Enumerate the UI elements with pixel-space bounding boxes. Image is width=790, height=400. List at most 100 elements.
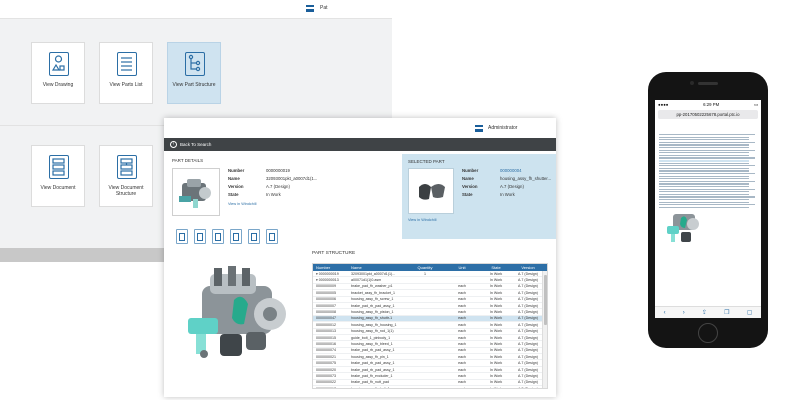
table-cell-name: housing_assy_fh_housing_1 [351, 322, 397, 327]
toolbar-button-parts[interactable] [176, 229, 188, 244]
part-number-key: Number [228, 168, 245, 173]
column-header[interactable]: Name [351, 265, 405, 270]
table-cell-number: 0000000009 [316, 284, 336, 289]
table-cell-name: brake_pad_rb_pad_assy_1 [351, 367, 395, 372]
table-cell-state: In Work [489, 341, 503, 346]
part-structure-icon [185, 52, 205, 76]
tile-view-drawing[interactable]: View Drawing [31, 42, 85, 104]
toolbar-button-list[interactable] [230, 229, 242, 244]
structure-icon [215, 232, 221, 241]
table-cell-version: A.7 (Design) [518, 386, 538, 389]
table-cell-name: brake_pad_fh_nutt_pad [351, 380, 389, 385]
table-cell-name: brake_pad_rb_pad_assy_1 [351, 303, 395, 308]
mini-3d-model[interactable] [663, 204, 705, 250]
table-cell-unit: each [458, 297, 466, 302]
selected-number-value: 000000004 [500, 168, 522, 173]
forward-icon[interactable]: › [683, 310, 685, 316]
user-label[interactable]: Pat [320, 5, 328, 11]
toolbar-button-tree[interactable] [266, 229, 278, 244]
part-view-details-link[interactable]: View in Windchill [228, 202, 256, 206]
table-cell-version: A.7 (Design) [518, 322, 538, 327]
tile-view-part-structure[interactable]: View Part Structure [167, 42, 221, 104]
mini-page-content [659, 126, 757, 214]
home-button[interactable] [698, 323, 718, 343]
mini-table-line [659, 173, 755, 175]
table-cell-name: a00071d1(1)0.asm [351, 278, 382, 283]
table-cell-number: 0000000017 [316, 386, 336, 389]
table-cell-name: housing_assy_fh_bolt_1 [351, 386, 390, 389]
tile-label: View Parts List [109, 82, 143, 88]
table-cell-name: brake_pad_rb_pad_assy_1 [351, 361, 395, 366]
table-cell-number: 0000000075 [316, 361, 336, 366]
table-cell-version: A.7 (Design) [518, 354, 538, 359]
mini-table-line [659, 136, 749, 138]
front-window: Administrator ‹ Back To Search PART DETA… [164, 118, 556, 397]
tile-view-document-structure[interactable]: View Document Structure [99, 145, 153, 207]
table-cell-name: brake_pad_fh_excluder_1 [351, 373, 393, 378]
table-cell-version: A.7 (Design) [518, 361, 538, 366]
table-cell-name: brake_pad_rb_pad_assy_1 [351, 348, 395, 353]
table-row[interactable]: 0000000017 housing_assy_fh_bolt_1 each In W… [313, 386, 547, 389]
user-label[interactable]: Administrator [488, 125, 517, 131]
3d-model-viewer[interactable] [174, 256, 300, 376]
part-details-title: PART DETAILS [172, 158, 204, 163]
table-cell-version: A.7 (Design) [518, 380, 538, 385]
table-cell-number: 0000000015 [316, 335, 336, 340]
camera-icon [690, 81, 694, 85]
mini-table-line [659, 162, 749, 164]
table-cell-state: In Work [489, 361, 503, 366]
table-cell-name: housing_assy_fh_rod_1(1) [351, 329, 394, 334]
toolbar-button-drawing[interactable] [194, 229, 206, 244]
scrollbar-thumb[interactable] [544, 275, 547, 325]
tile-label: View Drawing [42, 82, 74, 88]
mini-table-line [659, 193, 749, 195]
mini-table-line [659, 170, 749, 172]
tile-view-document[interactable]: View Document [31, 145, 85, 207]
column-header[interactable]: Quantity [405, 265, 445, 270]
url-bar[interactable]: pp-20170502225678.portal.ptc.io [658, 110, 758, 119]
toolbar-button-document[interactable] [248, 229, 260, 244]
mini-table-line [659, 152, 749, 154]
table-cell-name: housing_assy_fh_pin_1 [351, 354, 389, 359]
table-cell-state: In Work [489, 373, 503, 378]
signal-icon: ●●●● [658, 102, 669, 107]
part-version-key: Version [228, 184, 244, 189]
back-to-search-button[interactable]: ‹ Back To Search [170, 141, 211, 148]
selected-part-thumbnail [408, 168, 454, 214]
table-cell-state: In Work [489, 380, 503, 385]
table-cell-state: In Work [489, 297, 503, 302]
document-icon [251, 232, 257, 241]
table-cell-unit: each [458, 348, 466, 353]
part-state-key: State [228, 192, 239, 197]
status-time: 6:29 PM [703, 102, 720, 107]
browser-toolbar: ‹ › ⇪ ❐ ▢ [655, 306, 761, 318]
table-cell-name: guide_bolt_1_pinbody_1 [351, 335, 391, 340]
table-scrollbar[interactable] [542, 271, 547, 388]
hamburger-menu-icon[interactable] [306, 5, 314, 12]
table-cell-unit: each [458, 290, 466, 295]
bookmarks-icon[interactable]: ❐ [724, 309, 729, 316]
table-cell-unit: each [458, 310, 466, 315]
table-cell-name: housing_assy_fh_bleed_1 [351, 341, 393, 346]
tile-view-parts-list[interactable]: View Parts List [99, 42, 153, 104]
mini-table-line [659, 199, 749, 201]
column-header[interactable]: Unit [445, 265, 479, 270]
table-cell-number: 0000000006 [316, 297, 336, 302]
share-icon[interactable]: ⇪ [702, 309, 707, 316]
selected-view-details-link[interactable]: View in Windchill [408, 218, 436, 222]
phone-device: ●●●● 6:29 PM ▭ pp-20170502225678.portal.… [648, 72, 768, 348]
column-header[interactable]: Version [513, 265, 543, 270]
table-cell-version: A.7 (Design) [518, 310, 538, 315]
toolbar-button-structure[interactable] [212, 229, 224, 244]
mini-table-line [659, 175, 749, 177]
mini-table-line [659, 144, 749, 146]
table-cell-unit: each [458, 386, 466, 389]
selected-state-key: State [462, 192, 473, 197]
column-header[interactable]: State [479, 265, 513, 270]
tabs-icon[interactable]: ▢ [747, 309, 753, 316]
back-icon[interactable]: ‹ [664, 310, 666, 316]
table-cell-number: 0000000007 [316, 303, 336, 308]
hamburger-menu-icon[interactable] [475, 125, 483, 132]
column-header[interactable]: Number [313, 265, 351, 270]
table-cell-version: A.7 (Design) [518, 335, 538, 340]
